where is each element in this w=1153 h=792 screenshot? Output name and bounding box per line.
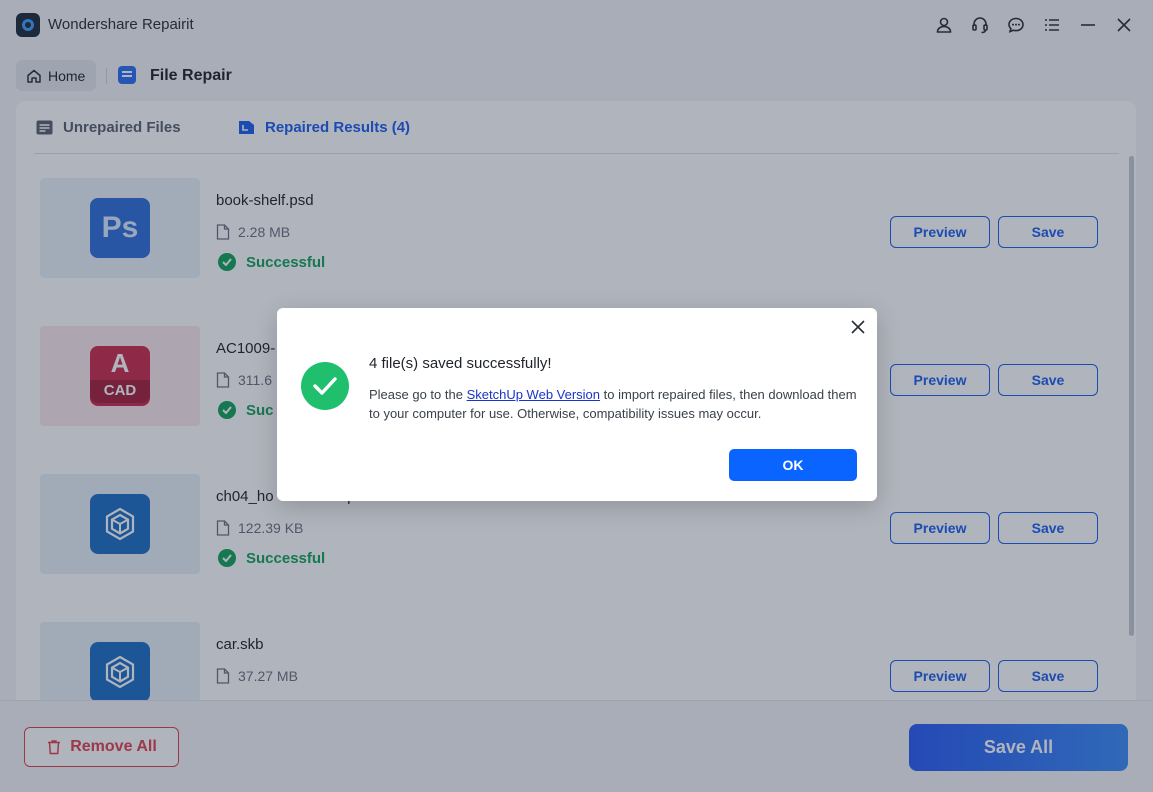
dialog-title: 4 file(s) saved successfully! bbox=[369, 355, 552, 372]
sketchup-web-link[interactable]: SketchUp Web Version bbox=[467, 387, 600, 402]
ok-button[interactable]: OK bbox=[729, 449, 857, 481]
dialog-message-start: Please go to the bbox=[369, 387, 467, 402]
save-success-dialog: 4 file(s) saved successfully! Please go … bbox=[277, 308, 877, 501]
dialog-close-icon[interactable] bbox=[849, 318, 867, 336]
dialog-message: Please go to the SketchUp Web Version to… bbox=[369, 385, 864, 423]
success-check-icon bbox=[301, 362, 349, 410]
